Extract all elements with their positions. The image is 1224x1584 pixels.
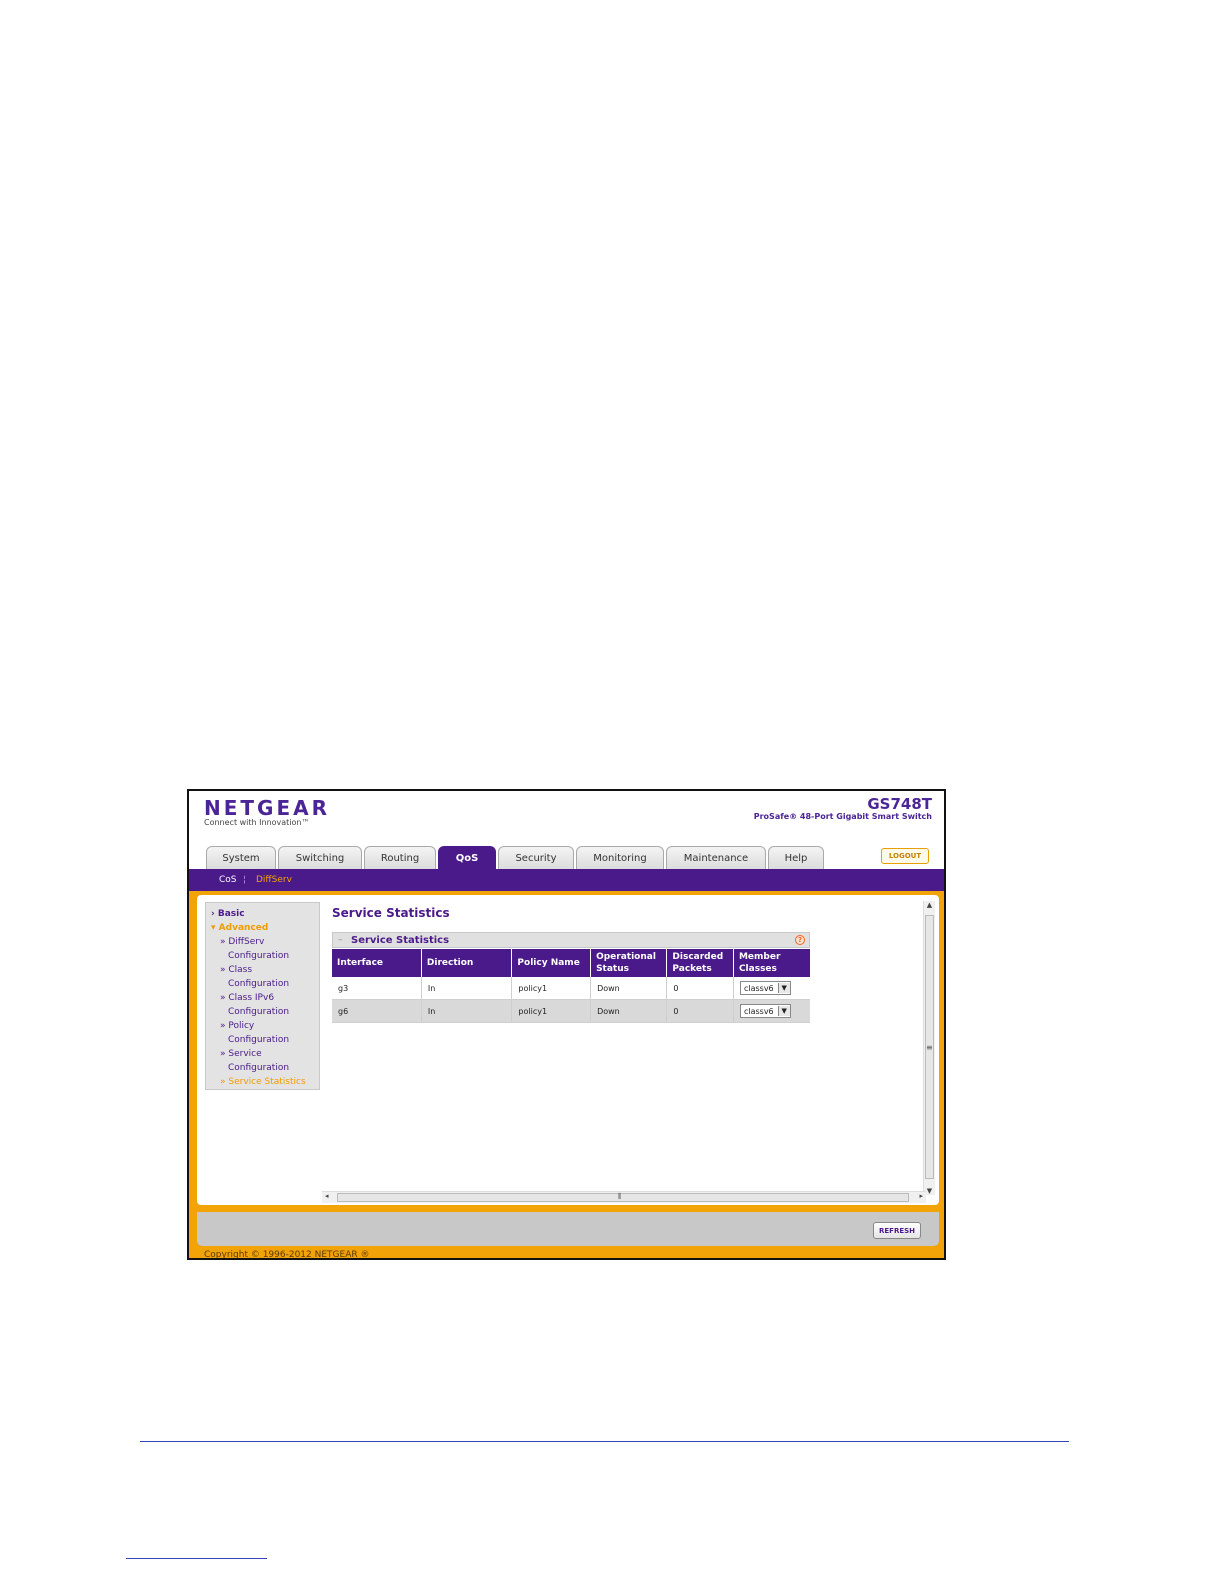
header: NETGEAR Connect with Innovation™ GS748T … bbox=[189, 791, 944, 869]
cell-direction: In bbox=[421, 977, 513, 1000]
cell-direction: In bbox=[421, 999, 513, 1023]
cell-policy-name: policy1 bbox=[511, 999, 592, 1023]
sidebar-basic[interactable]: › Basic bbox=[211, 909, 245, 919]
cell-operational-status: Down bbox=[590, 977, 668, 1000]
horizontal-scrollbar[interactable]: ◂ ⦀ ▸ bbox=[322, 1191, 926, 1203]
panel-header: – Service Statistics ? bbox=[332, 932, 810, 948]
service-statistics-table: Interface Direction Policy Name Operatio… bbox=[332, 949, 810, 1023]
bottom-button-bar: REFRESH bbox=[197, 1212, 939, 1246]
sidebar-class-configuration-line2[interactable]: Configuration bbox=[228, 979, 289, 989]
sidebar-class-configuration[interactable]: » Class bbox=[220, 965, 252, 975]
sidebar-service-configuration-line2[interactable]: Configuration bbox=[228, 1063, 289, 1073]
sidebar-basic-label: Basic bbox=[217, 909, 245, 919]
sidebar-service-configuration[interactable]: » Service bbox=[220, 1049, 262, 1059]
subnav-cos[interactable]: CoS bbox=[219, 875, 237, 885]
tab-switching[interactable]: Switching bbox=[278, 846, 362, 869]
page-title: Service Statistics bbox=[332, 906, 450, 920]
dropdown-arrow-icon[interactable]: ▼ bbox=[777, 983, 790, 993]
col-member-classes: Member Classes bbox=[733, 949, 810, 977]
sidebar-class-ipv6-configuration-line2[interactable]: Configuration bbox=[228, 1007, 289, 1017]
col-discarded-packets: Discarded Packets bbox=[666, 949, 734, 977]
col-policy-name: Policy Name bbox=[511, 949, 592, 977]
subnav-diffserv[interactable]: DiffServ bbox=[256, 875, 292, 885]
service-statistics-panel: – Service Statistics ? Interface Directi… bbox=[332, 932, 810, 1025]
sidebar-advanced-label: Advanced bbox=[218, 923, 269, 933]
sub-navigation: CoS ¦ DiffServ bbox=[189, 869, 944, 891]
sidebar-policy-configuration-line2[interactable]: Configuration bbox=[228, 1035, 289, 1045]
cell-operational-status: Down bbox=[590, 999, 668, 1023]
logo-tagline: Connect with Innovation™ bbox=[204, 818, 310, 827]
sidebar-service-statistics[interactable]: » Service Statistics bbox=[220, 1077, 306, 1087]
vertical-scrollbar[interactable]: ▲ ≡ ▼ bbox=[923, 901, 935, 1195]
browser-screenshot: NETGEAR Connect with Innovation™ GS748T … bbox=[187, 789, 946, 1260]
tab-help[interactable]: Help bbox=[768, 846, 824, 869]
expand-icon: › bbox=[211, 909, 215, 919]
cell-discarded-packets: 0 bbox=[666, 977, 734, 1000]
scroll-grip-icon: ≡ bbox=[926, 1043, 933, 1052]
table-row: g3 In policy1 Down 0 classv6 ▼ bbox=[332, 977, 810, 1000]
scroll-up-icon[interactable]: ▲ bbox=[924, 901, 935, 909]
tab-routing[interactable]: Routing bbox=[364, 846, 436, 869]
sidebar: › Basic ▾ Advanced » DiffServ Configurat… bbox=[205, 902, 320, 1090]
subnav-separator: ¦ bbox=[243, 875, 247, 885]
member-classes-select[interactable]: classv6 ▼ bbox=[739, 1004, 791, 1018]
dropdown-arrow-icon[interactable]: ▼ bbox=[777, 1006, 790, 1016]
model-name: GS748T bbox=[867, 795, 932, 813]
member-classes-select[interactable]: classv6 ▼ bbox=[739, 981, 791, 995]
help-icon[interactable]: ? bbox=[795, 935, 805, 945]
copyright: Copyright © 1996-2012 NETGEAR ® bbox=[204, 1250, 370, 1260]
refresh-button[interactable]: REFRESH bbox=[873, 1222, 921, 1239]
sidebar-policy-configuration[interactable]: » Policy bbox=[220, 1021, 254, 1031]
content-frame: › Basic ▾ Advanced » DiffServ Configurat… bbox=[197, 895, 939, 1205]
sidebar-advanced[interactable]: ▾ Advanced bbox=[211, 923, 268, 933]
tab-system[interactable]: System bbox=[206, 846, 276, 869]
cell-discarded-packets: 0 bbox=[666, 999, 734, 1023]
col-operational-status: Operational Status bbox=[590, 949, 668, 977]
logout-button[interactable]: LOGOUT bbox=[881, 848, 929, 864]
tab-maintenance[interactable]: Maintenance bbox=[666, 846, 766, 869]
horizontal-scroll-thumb[interactable] bbox=[337, 1193, 909, 1202]
model-description: ProSafe® 48-Port Gigabit Smart Switch bbox=[753, 812, 932, 821]
tab-qos[interactable]: QoS bbox=[438, 846, 496, 869]
col-interface: Interface bbox=[332, 949, 422, 977]
main-tabs: System Switching Routing QoS Security Mo… bbox=[206, 846, 826, 869]
cell-member-classes: classv6 ▼ bbox=[733, 977, 810, 1000]
scroll-left-icon[interactable]: ◂ bbox=[325, 1192, 329, 1200]
collapse-panel-icon[interactable]: – bbox=[338, 935, 343, 945]
collapse-icon: ▾ bbox=[211, 923, 216, 933]
document-divider bbox=[140, 1441, 1069, 1442]
member-classes-value: classv6 bbox=[743, 1006, 774, 1016]
cell-interface: g6 bbox=[332, 999, 422, 1023]
netgear-logo[interactable]: NETGEAR bbox=[204, 796, 330, 820]
cell-policy-name: policy1 bbox=[511, 977, 592, 1000]
sidebar-diffserv-configuration[interactable]: » DiffServ bbox=[220, 937, 264, 947]
table-row: g6 In policy1 Down 0 classv6 ▼ bbox=[332, 999, 810, 1023]
sidebar-diffserv-configuration-line2[interactable]: Configuration bbox=[228, 951, 289, 961]
col-direction: Direction bbox=[421, 949, 513, 977]
panel-title: Service Statistics bbox=[351, 935, 450, 946]
member-classes-value: classv6 bbox=[743, 983, 774, 993]
table-header-row: Interface Direction Policy Name Operatio… bbox=[332, 949, 810, 977]
tab-monitoring[interactable]: Monitoring bbox=[576, 846, 664, 869]
scroll-grip-icon: ⦀ bbox=[618, 1192, 622, 1201]
sidebar-class-ipv6-configuration[interactable]: » Class IPv6 bbox=[220, 993, 274, 1003]
scroll-right-icon[interactable]: ▸ bbox=[919, 1192, 923, 1200]
cell-member-classes: classv6 ▼ bbox=[733, 999, 810, 1023]
footnote-divider bbox=[126, 1558, 267, 1559]
cell-interface: g3 bbox=[332, 977, 422, 1000]
tab-security[interactable]: Security bbox=[498, 846, 574, 869]
